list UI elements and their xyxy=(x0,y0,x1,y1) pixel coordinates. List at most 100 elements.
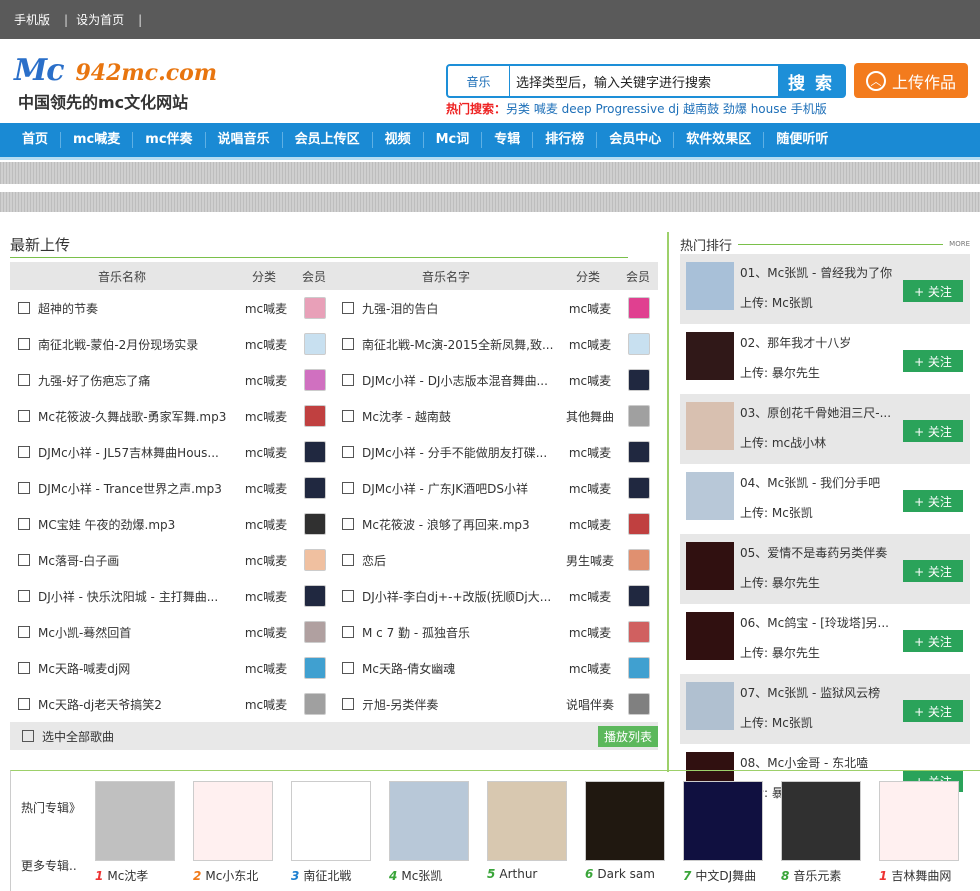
song-category[interactable]: mc喊麦 xyxy=(238,408,294,425)
mobile-link[interactable]: 手机版 xyxy=(14,11,50,28)
song-category[interactable]: mc喊麦 xyxy=(238,444,294,461)
album-cover[interactable] xyxy=(683,781,763,861)
search-type-select[interactable]: 音乐 xyxy=(448,66,510,96)
album-item[interactable]: 3 南征北戦 xyxy=(291,781,371,884)
nav-home[interactable]: 首页 xyxy=(10,132,62,148)
album-item[interactable]: 2 Mc小东北 xyxy=(193,781,273,884)
member-avatar[interactable] xyxy=(304,513,326,535)
song-checkbox[interactable] xyxy=(342,410,354,422)
follow-button[interactable]: + 关注 xyxy=(903,490,963,512)
ranking-item[interactable]: 06、Mc鸽宝 - [玲珑塔]另... 上传: 暴尔先生 + 关注 xyxy=(680,604,970,674)
song-category[interactable]: mc喊麦 xyxy=(562,480,618,497)
song-category[interactable]: mc喊麦 xyxy=(562,336,618,353)
select-all-checkbox[interactable] xyxy=(22,730,34,742)
member-avatar[interactable] xyxy=(628,549,650,571)
nav-member-upload[interactable]: 会员上传区 xyxy=(283,132,373,148)
song-checkbox[interactable] xyxy=(342,338,354,350)
song-category[interactable]: mc喊麦 xyxy=(562,372,618,389)
ranking-thumbnail[interactable] xyxy=(686,682,734,730)
song-checkbox[interactable] xyxy=(18,662,30,674)
song-category[interactable]: mc喊麦 xyxy=(562,588,618,605)
album-cover[interactable] xyxy=(389,781,469,861)
song-category[interactable]: mc喊麦 xyxy=(238,516,294,533)
album-item[interactable]: 7 中文DJ舞曲 xyxy=(683,781,763,884)
follow-button[interactable]: + 关注 xyxy=(903,560,963,582)
ranking-item[interactable]: 05、爱情不是毒药另类伴奏 上传: 暴尔先生 + 关注 xyxy=(680,534,970,604)
ranking-item[interactable]: 04、Mc张凯 - 我们分手吧 上传: Mc张凯 + 关注 xyxy=(680,464,970,534)
song-category[interactable]: mc喊麦 xyxy=(238,480,294,497)
song-checkbox[interactable] xyxy=(18,302,30,314)
ranking-title[interactable]: 06、Mc鸽宝 - [玲珑塔]另... xyxy=(740,614,910,631)
nav-member-center[interactable]: 会员中心 xyxy=(597,132,675,148)
album-item[interactable]: 5 Arthur xyxy=(487,781,567,881)
song-name[interactable]: Mc花筱波 - 浪够了再回来.mp3 xyxy=(362,516,562,533)
ranking-thumbnail[interactable] xyxy=(686,402,734,450)
song-checkbox[interactable] xyxy=(342,374,354,386)
song-category[interactable]: mc喊麦 xyxy=(562,516,618,533)
song-checkbox[interactable] xyxy=(342,446,354,458)
song-checkbox[interactable] xyxy=(18,374,30,386)
member-avatar[interactable] xyxy=(304,621,326,643)
follow-button[interactable]: + 关注 xyxy=(903,280,963,302)
song-name[interactable]: DJMc小祥 - 广东JK酒吧DS小祥 xyxy=(362,480,562,497)
member-avatar[interactable] xyxy=(304,369,326,391)
album-name[interactable]: Mc小东北 xyxy=(205,869,258,883)
song-name[interactable]: 南征北戦-蒙伯-2月份现场实录 xyxy=(38,336,238,353)
ranking-thumbnail[interactable] xyxy=(686,262,734,310)
member-avatar[interactable] xyxy=(628,441,650,463)
set-homepage-link[interactable]: 设为首页 xyxy=(76,11,124,28)
song-checkbox[interactable] xyxy=(342,302,354,314)
more-link[interactable]: MORE xyxy=(949,240,970,248)
song-checkbox[interactable] xyxy=(18,698,30,710)
song-checkbox[interactable] xyxy=(18,482,30,494)
song-checkbox[interactable] xyxy=(342,662,354,674)
song-checkbox[interactable] xyxy=(18,410,30,422)
member-avatar[interactable] xyxy=(628,657,650,679)
nav-mc-banzou[interactable]: mc伴奏 xyxy=(133,132,206,148)
ranking-title[interactable]: 03、原创花千骨她泪三尺-... xyxy=(740,404,910,421)
song-name[interactable]: Mc沈孝 - 越南鼓 xyxy=(362,408,562,425)
song-category[interactable]: mc喊麦 xyxy=(562,624,618,641)
nav-random[interactable]: 随便听听 xyxy=(764,132,840,148)
album-name[interactable]: 中文DJ舞曲 xyxy=(695,869,756,883)
nav-video[interactable]: 视频 xyxy=(373,132,424,148)
song-category[interactable]: mc喊麦 xyxy=(562,660,618,677)
song-checkbox[interactable] xyxy=(342,482,354,494)
album-cover[interactable] xyxy=(781,781,861,861)
member-avatar[interactable] xyxy=(628,693,650,715)
song-checkbox[interactable] xyxy=(18,554,30,566)
nav-software[interactable]: 软件效果区 xyxy=(674,132,765,148)
song-name[interactable]: Mc天路-倩女幽魂 xyxy=(362,660,562,677)
song-name[interactable]: DJ小祥-李白dj+-+改版(抚顺Dj大... xyxy=(362,588,562,605)
album-item[interactable]: 1 吉林舞曲网 xyxy=(879,781,959,884)
song-category[interactable]: mc喊麦 xyxy=(238,588,294,605)
ranking-title[interactable]: 07、Mc张凯 - 监狱风云榜 xyxy=(740,684,910,701)
ranking-title[interactable]: 01、Mc张凯 - 曾经我为了你 xyxy=(740,264,910,281)
member-avatar[interactable] xyxy=(304,297,326,319)
song-name[interactable]: Mc天路-dj老天爷搞笑2 xyxy=(38,696,238,713)
song-name[interactable]: DJMc小祥 - Trance世界之声.mp3 xyxy=(38,480,238,497)
member-avatar[interactable] xyxy=(304,693,326,715)
song-name[interactable]: DJMc小祥 - JL57吉林舞曲Hous... xyxy=(38,444,238,461)
song-category[interactable]: 男生喊麦 xyxy=(562,552,618,569)
song-checkbox[interactable] xyxy=(18,518,30,530)
album-name[interactable]: 吉林舞曲网 xyxy=(891,869,951,883)
song-name[interactable]: 超神的节奏 xyxy=(38,300,238,317)
album-item[interactable]: 6 Dark sam xyxy=(585,781,665,881)
ranking-title[interactable]: 05、爱情不是毒药另类伴奏 xyxy=(740,544,910,561)
upload-button[interactable]: ︿ 上传作品 xyxy=(854,63,968,98)
song-name[interactable]: Mc天路-喊麦dj网 xyxy=(38,660,238,677)
album-name[interactable]: Mc沈孝 xyxy=(107,869,148,883)
song-checkbox[interactable] xyxy=(342,626,354,638)
follow-button[interactable]: + 关注 xyxy=(903,700,963,722)
song-name[interactable]: MC宝娃 午夜的劲爆.mp3 xyxy=(38,516,238,533)
nav-ranking[interactable]: 排行榜 xyxy=(533,132,598,148)
album-cover[interactable] xyxy=(487,781,567,861)
album-cover[interactable] xyxy=(95,781,175,861)
album-item[interactable]: 1 Mc沈孝 xyxy=(95,781,175,884)
member-avatar[interactable] xyxy=(628,585,650,607)
song-category[interactable]: mc喊麦 xyxy=(562,300,618,317)
search-button[interactable]: 搜 索 xyxy=(778,66,844,96)
song-checkbox[interactable] xyxy=(18,338,30,350)
ranking-thumbnail[interactable] xyxy=(686,612,734,660)
